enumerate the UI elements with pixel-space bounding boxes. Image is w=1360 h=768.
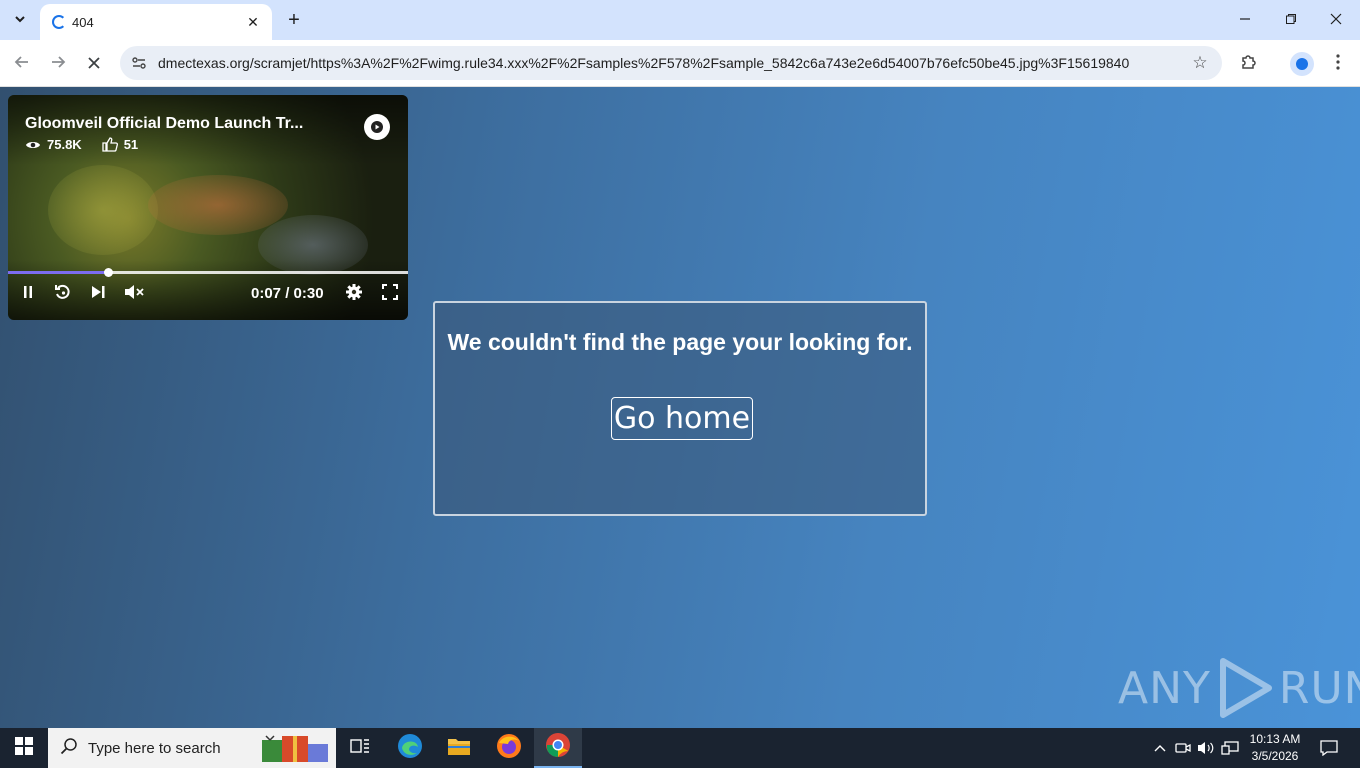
plus-icon: +: [288, 8, 300, 31]
minimize-icon: [1239, 12, 1251, 28]
minimize-button[interactable]: [1222, 0, 1268, 40]
windows-taskbar: Type here to search 10:13 AM 3/5/2026: [0, 728, 1360, 768]
url-text: dmectexas.org/scramjet/https%3A%2F%2Fwim…: [158, 55, 1130, 71]
settings-button[interactable]: [344, 282, 364, 306]
stop-button[interactable]: [80, 50, 108, 78]
kebab-menu-icon: [1336, 53, 1340, 75]
firefox-app[interactable]: [485, 728, 533, 768]
channel-play-icon[interactable]: [364, 114, 390, 140]
play-logo-icon: [1219, 658, 1272, 718]
search-placeholder: Type here to search: [88, 739, 221, 757]
pause-button[interactable]: [18, 282, 38, 306]
back-button[interactable]: [8, 50, 36, 78]
video-progress-handle[interactable]: [104, 268, 113, 277]
volume-icon[interactable]: [1196, 738, 1216, 758]
chrome-app[interactable]: [534, 728, 582, 768]
site-info-icon[interactable]: [130, 54, 148, 72]
notifications-button[interactable]: [1318, 738, 1340, 758]
arrow-left-icon: [14, 54, 30, 75]
close-icon: [1330, 12, 1342, 28]
loading-icon: [52, 15, 66, 29]
video-progress-bar[interactable]: [8, 268, 408, 277]
avatar-icon: [1296, 58, 1308, 70]
profile-button[interactable]: [1290, 52, 1314, 76]
close-tab-icon[interactable]: ✕: [244, 14, 262, 31]
bookmark-star-icon[interactable]: ☆: [1186, 53, 1214, 73]
taskbar-search[interactable]: Type here to search: [48, 728, 336, 768]
pause-icon: [22, 285, 34, 304]
show-hidden-icons[interactable]: [1150, 738, 1170, 758]
video-player[interactable]: Gloomveil Official Demo Launch Tr... 75.…: [8, 95, 408, 320]
error-message: We couldn't find the page your looking f…: [447, 329, 913, 355]
tab-search-button[interactable]: [8, 8, 32, 32]
tab-strip: 404 ✕ +: [0, 0, 1360, 40]
tab-title: 404: [72, 14, 94, 30]
mute-button[interactable]: [122, 282, 146, 306]
browser-toolbar: dmectexas.org/scramjet/https%3A%2F%2Fwim…: [0, 40, 1360, 87]
task-view-button[interactable]: [336, 728, 384, 768]
menu-button[interactable]: [1324, 50, 1352, 78]
watermark-text-right: RUN: [1278, 662, 1360, 714]
search-icon: [60, 737, 78, 760]
windows-logo-icon: [15, 736, 33, 760]
video-stats: 75.8K 51: [25, 137, 138, 152]
watermark-text-left: ANY: [1118, 662, 1211, 714]
chrome-icon: [545, 732, 571, 763]
eye-icon: [25, 139, 41, 151]
restore-icon: [1285, 12, 1297, 28]
video-frame-decor: [48, 165, 158, 255]
address-bar[interactable]: dmectexas.org/scramjet/https%3A%2F%2Fwim…: [120, 46, 1222, 80]
meet-now-icon[interactable]: [1173, 738, 1193, 758]
video-frame-decor: [148, 175, 288, 235]
video-time: 0:07 / 0:30: [251, 285, 324, 302]
like-count: 51: [123, 137, 139, 152]
forward-button[interactable]: [44, 50, 72, 78]
puzzle-icon: [1240, 53, 1258, 76]
next-button[interactable]: [88, 282, 108, 306]
gift-decoration-icon: [262, 735, 328, 762]
arrow-right-icon: [50, 54, 66, 75]
extensions-button[interactable]: [1235, 50, 1263, 78]
replay-icon: [54, 283, 72, 306]
new-tab-button[interactable]: +: [282, 8, 306, 32]
file-explorer-app[interactable]: [435, 728, 483, 768]
clock-time: 10:13 AM: [1249, 732, 1301, 746]
thumbs-up-icon: [102, 137, 118, 152]
volume-muted-icon: [124, 284, 144, 305]
fullscreen-icon: [382, 283, 398, 305]
firefox-icon: [496, 733, 522, 764]
task-view-icon: [350, 738, 370, 759]
folder-icon: [447, 736, 471, 761]
edge-app[interactable]: [386, 728, 434, 768]
browser-tab[interactable]: 404 ✕: [40, 4, 272, 40]
network-icon[interactable]: [1220, 738, 1240, 758]
video-progress-fill: [8, 271, 108, 274]
skip-next-icon: [90, 285, 106, 304]
chevron-down-icon: [14, 13, 26, 28]
clock-date: 3/5/2026: [1251, 749, 1299, 763]
taskbar-clock[interactable]: 10:13 AM 3/5/2026: [1244, 731, 1306, 765]
error-card: We couldn't find the page your looking f…: [433, 301, 927, 516]
restore-button[interactable]: [1268, 0, 1314, 40]
replay-button[interactable]: [52, 282, 74, 306]
start-button[interactable]: [0, 728, 48, 768]
anyrun-watermark: ANY RUN: [1118, 657, 1360, 719]
close-icon: [87, 54, 101, 75]
page-content: Gloomveil Official Demo Launch Tr... 75.…: [0, 87, 1360, 728]
gear-icon: [345, 283, 363, 306]
fullscreen-button[interactable]: [380, 282, 400, 306]
video-title[interactable]: Gloomveil Official Demo Launch Tr...: [25, 115, 303, 133]
edge-icon: [397, 733, 423, 764]
go-home-button[interactable]: Go home: [611, 397, 753, 440]
view-count: 75.8K: [47, 137, 82, 152]
close-window-button[interactable]: [1313, 0, 1359, 40]
